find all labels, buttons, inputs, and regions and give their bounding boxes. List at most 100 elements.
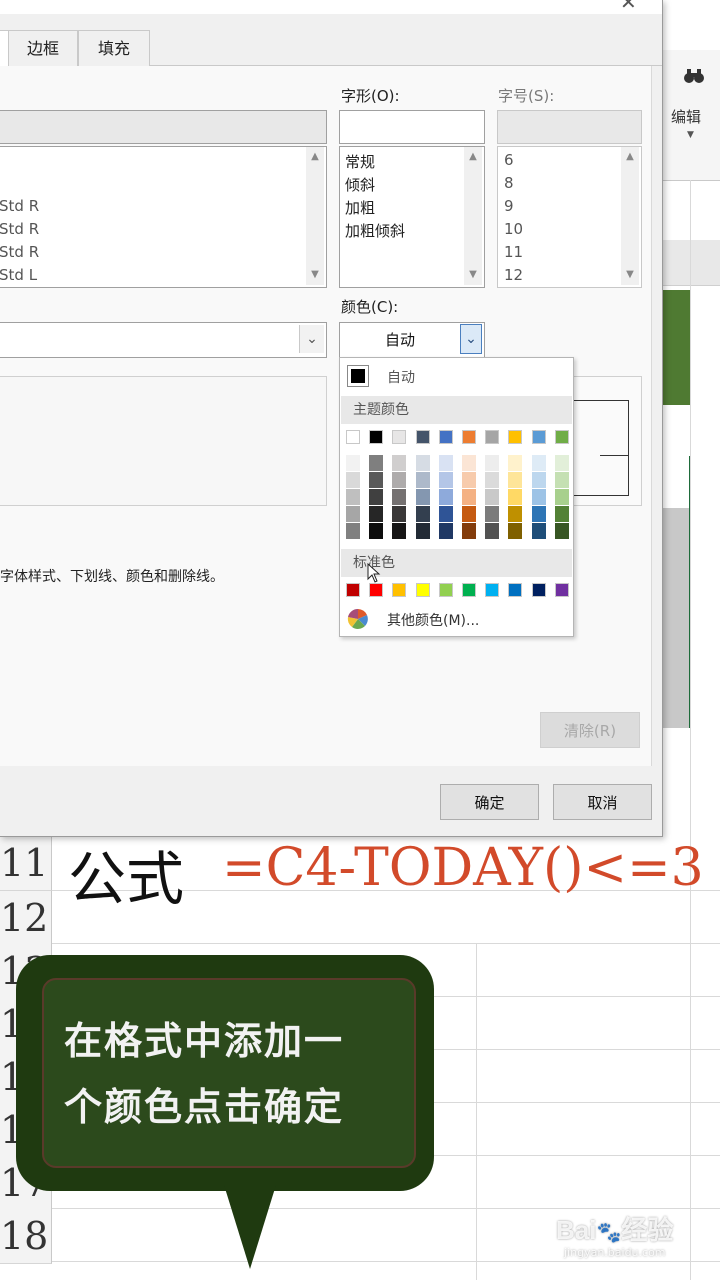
theme-shade-swatch[interactable] [462, 472, 476, 488]
theme-shade-swatch[interactable] [485, 455, 500, 471]
tab-border[interactable]: 边框 [8, 30, 78, 67]
theme-color-swatch[interactable] [392, 430, 407, 444]
list-item[interactable]: 9 [504, 197, 514, 215]
chevron-down-icon[interactable]: ⌄ [299, 325, 324, 353]
theme-shade-swatch[interactable] [438, 523, 453, 539]
theme-shade-swatch[interactable] [554, 506, 569, 522]
automatic-color-option[interactable]: 自动 [341, 359, 572, 393]
theme-shade-swatch[interactable] [531, 472, 546, 488]
theme-shade-swatch[interactable] [462, 506, 476, 522]
underline-select[interactable]: ⌄ [0, 322, 327, 358]
theme-shade-swatch[interactable] [462, 455, 476, 471]
color-select[interactable]: 自动 ⌄ [339, 322, 485, 358]
theme-shade-swatch[interactable] [346, 455, 360, 471]
theme-color-swatch[interactable] [438, 430, 453, 444]
standard-color-swatch[interactable] [415, 583, 430, 597]
theme-shade-swatch[interactable] [346, 489, 360, 505]
standard-color-swatch[interactable] [369, 583, 384, 597]
theme-shade-swatch[interactable] [438, 506, 453, 522]
theme-shade-swatch[interactable] [369, 489, 384, 505]
theme-color-swatch[interactable] [485, 430, 500, 444]
theme-shade-swatch[interactable] [438, 489, 453, 505]
standard-color-swatch[interactable] [531, 583, 546, 597]
font-size-list[interactable]: 6 8 9 10 11 12 ▲ ▼ [497, 146, 642, 288]
font-size-input[interactable] [497, 110, 642, 144]
list-item[interactable]: 倾斜 [345, 174, 375, 195]
standard-color-swatch[interactable] [508, 583, 523, 597]
ok-button[interactable]: 确定 [440, 784, 539, 820]
theme-color-swatch[interactable] [415, 430, 430, 444]
font-name-list[interactable]: Std R Std R Std R Std L ▲ ▼ [0, 146, 327, 288]
standard-color-swatch[interactable] [462, 583, 476, 597]
theme-shade-swatch[interactable] [554, 489, 569, 505]
list-item[interactable]: 12 [504, 266, 523, 284]
theme-shade-swatch[interactable] [415, 506, 430, 522]
theme-shade-swatch[interactable] [554, 472, 569, 488]
font-style-list[interactable]: 常规 倾斜 加粗 加粗倾斜 ▲ ▼ [339, 146, 485, 288]
scrollbar[interactable]: ▲ ▼ [464, 147, 482, 285]
theme-shade-swatch[interactable] [485, 506, 500, 522]
theme-shade-swatch[interactable] [415, 472, 430, 488]
theme-shade-swatch[interactable] [438, 455, 453, 471]
theme-color-swatch[interactable] [554, 430, 569, 444]
theme-shade-swatch[interactable] [485, 489, 500, 505]
more-colors-option[interactable]: 其他颜色(M)... [341, 606, 572, 632]
row-header[interactable]: 11 [0, 836, 52, 891]
theme-shade-swatch[interactable] [554, 523, 569, 539]
theme-shade-swatch[interactable] [346, 506, 360, 522]
theme-shade-swatch[interactable] [415, 455, 430, 471]
list-item[interactable]: 加粗倾斜 [345, 220, 405, 241]
theme-color-swatch[interactable] [462, 430, 476, 444]
theme-shade-swatch[interactable] [508, 472, 523, 488]
chevron-down-icon[interactable]: ⌄ [460, 324, 482, 354]
theme-shade-swatch[interactable] [554, 455, 569, 471]
theme-color-swatch[interactable] [369, 430, 384, 444]
standard-color-swatch[interactable] [554, 583, 569, 597]
standard-color-swatch[interactable] [485, 583, 500, 597]
list-item[interactable]: 10 [504, 220, 523, 238]
theme-shade-swatch[interactable] [369, 472, 384, 488]
standard-color-swatch[interactable] [346, 583, 360, 597]
ribbon-edit-group[interactable]: 编辑 ▼ [662, 50, 720, 181]
font-name-input[interactable] [0, 110, 327, 144]
font-style-input[interactable] [339, 110, 485, 144]
theme-shade-swatch[interactable] [415, 523, 430, 539]
theme-shade-swatch[interactable] [392, 472, 407, 488]
list-item[interactable]: Std L [0, 266, 37, 284]
scroll-down-icon[interactable]: ▼ [464, 267, 482, 283]
scroll-up-icon[interactable]: ▲ [464, 149, 482, 165]
theme-shade-swatch[interactable] [508, 455, 523, 471]
theme-shade-swatch[interactable] [508, 506, 523, 522]
standard-color-swatch[interactable] [392, 583, 407, 597]
scroll-up-icon[interactable]: ▲ [621, 149, 639, 165]
theme-shade-swatch[interactable] [531, 489, 546, 505]
theme-shade-swatch[interactable] [392, 455, 407, 471]
theme-shade-swatch[interactable] [508, 523, 523, 539]
list-item[interactable]: Std R [0, 197, 39, 215]
theme-shade-swatch[interactable] [531, 455, 546, 471]
theme-shade-swatch[interactable] [462, 523, 476, 539]
scroll-down-icon[interactable]: ▼ [306, 267, 324, 283]
clear-button[interactable]: 清除(R) [540, 712, 640, 748]
cancel-button[interactable]: 取消 [553, 784, 652, 820]
list-item[interactable]: 8 [504, 174, 514, 192]
list-item[interactable]: 加粗 [345, 197, 375, 218]
row-header[interactable]: 18 [0, 1209, 52, 1264]
list-item[interactable]: 6 [504, 151, 514, 169]
theme-shade-swatch[interactable] [438, 472, 453, 488]
standard-color-swatch[interactable] [438, 583, 453, 597]
scroll-up-icon[interactable]: ▲ [306, 149, 324, 165]
theme-shade-swatch[interactable] [415, 489, 430, 505]
theme-shade-swatch[interactable] [531, 506, 546, 522]
theme-shade-swatch[interactable] [531, 523, 546, 539]
list-item[interactable]: Std R [0, 220, 39, 238]
theme-shade-swatch[interactable] [462, 489, 476, 505]
theme-shade-swatch[interactable] [392, 489, 407, 505]
theme-shade-swatch[interactable] [485, 523, 500, 539]
theme-shade-swatch[interactable] [369, 506, 384, 522]
theme-shade-swatch[interactable] [508, 489, 523, 505]
scrollbar[interactable]: ▲ ▼ [621, 147, 639, 285]
theme-color-swatch[interactable] [508, 430, 523, 444]
close-icon[interactable]: ✕ [620, 0, 637, 14]
list-item[interactable]: 常规 [345, 151, 375, 172]
